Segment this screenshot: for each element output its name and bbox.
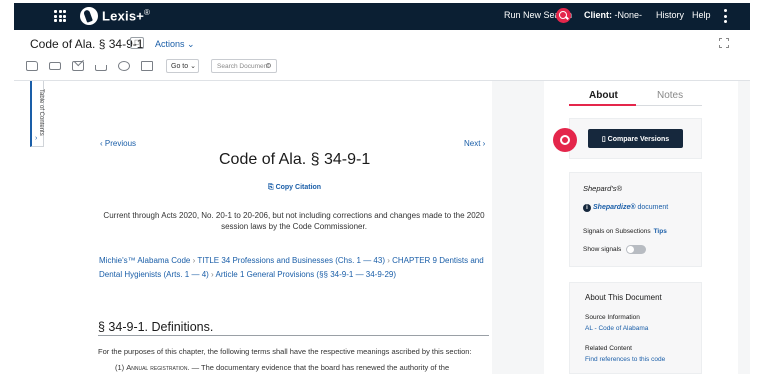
right-scroll-rail[interactable] <box>738 81 750 374</box>
show-signals-label: Show signals <box>583 246 622 253</box>
search-document-input[interactable]: Search Document <box>211 59 277 73</box>
breadcrumb-item-code[interactable]: Michie's™ Alabama Code <box>99 256 190 265</box>
breadcrumb-item-title[interactable]: TITLE 34 Professions and Businesses (Chs… <box>197 256 385 265</box>
help-link[interactable]: Help <box>692 10 711 20</box>
previous-document-link[interactable]: ‹ Previous <box>100 139 136 148</box>
alert-bell-icon[interactable]: ◻ <box>130 37 144 49</box>
record-indicator-icon[interactable] <box>553 128 577 152</box>
source-information-label: Source Information <box>585 314 640 321</box>
compare-versions-button[interactable]: ▯ Compare Versions <box>588 129 683 148</box>
search-document-placeholder: Search Document <box>217 63 270 70</box>
history-link[interactable]: History <box>656 10 684 20</box>
content-gutter <box>492 81 544 374</box>
copy-citation-link[interactable]: ⎘ Copy Citation <box>268 184 321 192</box>
related-content-label: Related Content <box>585 345 632 352</box>
print-icon[interactable] <box>49 62 61 70</box>
tips-link[interactable]: Tips <box>654 228 667 235</box>
toc-tab-label: Table of Contents <box>38 89 44 136</box>
related-content-link[interactable]: Find references to this code <box>585 356 665 363</box>
document-icon: ▯ <box>601 136 606 143</box>
client-label: Client: <box>584 10 612 20</box>
actions-dropdown[interactable]: Actions ⌄ <box>155 39 195 50</box>
signals-label: Signals on Subsections <box>583 228 651 235</box>
table-of-contents-tab[interactable]: Table of Contents › <box>30 81 44 147</box>
signals-on-subsections: Signals on Subsections Tips <box>583 228 667 235</box>
app-frame: Lexis+® Run New Search Client: -None- Hi… <box>0 0 760 374</box>
shepardize-label: Shepardize® <box>593 204 636 211</box>
search-icon[interactable] <box>556 8 571 23</box>
logo-sup: ® <box>144 8 151 18</box>
info-icon: i <box>583 204 591 212</box>
client-selector[interactable]: Client: -None- <box>584 10 642 20</box>
folder-icon[interactable] <box>26 61 38 71</box>
copy-icon: ⎘ <box>268 184 274 191</box>
document-toolbar: Go to ⌄ Search Document <box>26 58 277 74</box>
more-menu-icon[interactable] <box>724 9 727 23</box>
source-link[interactable]: AL - Code of Alabama <box>585 325 648 332</box>
tab-notes[interactable]: Notes <box>657 90 683 101</box>
fullscreen-icon[interactable] <box>719 38 729 48</box>
section-heading: § 34-9-1. Definitions. <box>98 320 214 334</box>
shepards-title: Shepard's® <box>583 184 623 193</box>
translate-icon[interactable] <box>141 61 153 71</box>
item-text: — The documentary evidence that the boar… <box>189 363 450 372</box>
definition-item-1: (1) Annual registration. — The documenta… <box>115 363 449 372</box>
item-term: Annual registration. <box>126 363 190 372</box>
copy-citation-label: Copy Citation <box>275 184 322 191</box>
shepardize-link[interactable]: i Shepardize® document <box>583 204 668 212</box>
app-grid-icon[interactable] <box>54 10 66 22</box>
go-to-dropdown[interactable]: Go to ⌄ <box>166 59 199 73</box>
show-signals-toggle[interactable] <box>626 245 646 254</box>
next-document-link[interactable]: Next › <box>464 139 485 148</box>
compare-versions-label: Compare Versions <box>607 136 670 143</box>
tab-baseline <box>636 105 702 106</box>
document-title: Code of Ala. § 34-9-1 <box>219 151 371 168</box>
section-intro: For the purposes of this chapter, the fo… <box>98 347 472 356</box>
item-number: (1) <box>115 363 125 372</box>
shepardize-suffix: document <box>635 204 669 211</box>
lexis-logo[interactable]: Lexis+® <box>80 6 150 26</box>
client-value: -None- <box>614 10 643 20</box>
active-tab-indicator <box>569 104 636 106</box>
download-icon[interactable] <box>95 65 107 71</box>
about-document-title: About This Document <box>585 293 662 302</box>
breadcrumb: Michie's™ Alabama Code › TITLE 34 Profes… <box>99 254 489 282</box>
logo-text: Lexis+ <box>102 8 145 24</box>
link-icon[interactable] <box>118 61 130 71</box>
lexis-logo-mark-icon <box>80 7 98 25</box>
email-icon[interactable] <box>72 61 84 71</box>
top-nav-bar: Lexis+® Run New Search Client: -None- Hi… <box>14 3 750 30</box>
section-heading-rule <box>98 335 489 336</box>
tab-about[interactable]: About <box>589 90 618 101</box>
document-header-title: Code of Ala. § 34-9-1 <box>30 37 144 51</box>
chevron-right-icon: › <box>35 135 38 142</box>
currency-statement: Current through Acts 2020, No. 20-1 to 2… <box>103 211 485 231</box>
search-document-icon <box>266 63 271 68</box>
breadcrumb-item-article[interactable]: Article 1 General Provisions (§§ 34-9-1 … <box>216 270 397 279</box>
